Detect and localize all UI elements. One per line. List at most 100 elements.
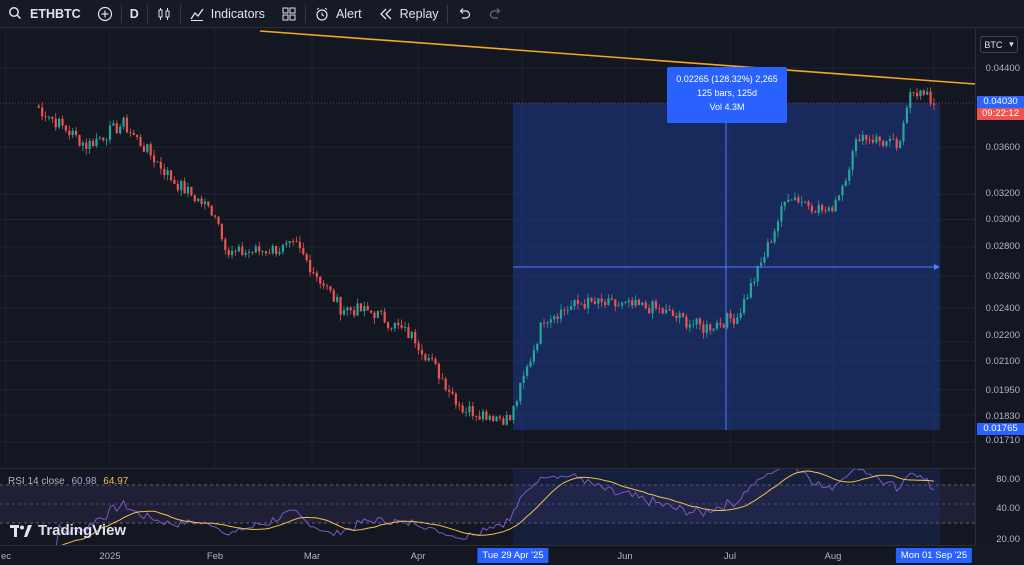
candle[interactable]: [383, 311, 386, 323]
candle[interactable]: [85, 142, 88, 149]
candle[interactable]: [481, 411, 485, 420]
candle[interactable]: [281, 244, 285, 252]
candle[interactable]: [119, 126, 122, 134]
candle[interactable]: [498, 416, 502, 419]
candle[interactable]: [505, 415, 508, 425]
candle[interactable]: [230, 251, 234, 256]
candle[interactable]: [580, 303, 583, 305]
candle[interactable]: [695, 318, 698, 325]
candle[interactable]: [241, 246, 244, 255]
candle[interactable]: [542, 322, 546, 324]
candle[interactable]: [603, 301, 607, 306]
candle[interactable]: [593, 301, 597, 304]
candle[interactable]: [641, 302, 644, 305]
candle[interactable]: [251, 251, 254, 253]
candle[interactable]: [522, 375, 525, 383]
candle[interactable]: [529, 361, 532, 367]
candle[interactable]: [553, 316, 556, 320]
candle[interactable]: [858, 139, 861, 141]
candle[interactable]: [912, 92, 915, 93]
candle[interactable]: [919, 90, 922, 97]
candle[interactable]: [47, 117, 51, 118]
candle[interactable]: [631, 300, 634, 306]
candle[interactable]: [536, 343, 539, 351]
candle[interactable]: [848, 169, 851, 181]
candle[interactable]: [512, 405, 515, 421]
candle[interactable]: [441, 378, 444, 380]
candle[interactable]: [346, 307, 349, 311]
candle[interactable]: [437, 363, 441, 379]
candle[interactable]: [746, 297, 749, 300]
candle[interactable]: [193, 195, 196, 202]
candle[interactable]: [705, 324, 708, 333]
candle[interactable]: [783, 201, 786, 207]
candle[interactable]: [749, 283, 752, 298]
candle[interactable]: [865, 134, 868, 140]
replay-button[interactable]: Replay: [370, 0, 447, 28]
candle[interactable]: [759, 262, 763, 266]
candle[interactable]: [658, 308, 661, 310]
candle[interactable]: [370, 310, 373, 313]
candle[interactable]: [888, 138, 892, 142]
candle[interactable]: [258, 246, 261, 252]
candle[interactable]: [678, 313, 681, 318]
rsi-chart[interactable]: [0, 469, 975, 546]
candle[interactable]: [824, 210, 827, 212]
candle[interactable]: [61, 118, 64, 126]
candle[interactable]: [909, 92, 912, 108]
candle[interactable]: [844, 180, 847, 186]
candle[interactable]: [339, 296, 342, 315]
candle[interactable]: [488, 416, 491, 420]
candle[interactable]: [743, 299, 746, 314]
candle[interactable]: [810, 205, 814, 212]
layouts-button[interactable]: [273, 0, 305, 28]
candle[interactable]: [156, 161, 159, 163]
chart-type-button[interactable]: [148, 0, 180, 28]
candle[interactable]: [417, 343, 420, 351]
candle[interactable]: [152, 155, 156, 163]
candle[interactable]: [410, 331, 413, 339]
price-chart-pane[interactable]: 0.02265 (128.32%) 2,265 125 bars, 125d V…: [0, 29, 975, 492]
candle[interactable]: [122, 117, 125, 127]
candle[interactable]: [359, 303, 363, 312]
candle[interactable]: [95, 138, 98, 147]
candle[interactable]: [770, 242, 773, 243]
candle[interactable]: [180, 181, 183, 191]
candle[interactable]: [200, 198, 203, 204]
candle[interactable]: [539, 322, 542, 344]
candle[interactable]: [461, 405, 464, 413]
candle[interactable]: [91, 140, 95, 147]
candle[interactable]: [51, 117, 54, 119]
trend-line[interactable]: [259, 30, 975, 85]
candle[interactable]: [648, 308, 651, 314]
candle[interactable]: [139, 136, 142, 147]
candle[interactable]: [807, 201, 810, 206]
candle[interactable]: [312, 272, 315, 273]
candle[interactable]: [766, 242, 769, 257]
candle[interactable]: [353, 310, 356, 316]
candle[interactable]: [427, 358, 430, 361]
candle[interactable]: [814, 211, 817, 213]
candle[interactable]: [424, 354, 427, 361]
candle[interactable]: [559, 309, 563, 319]
candle[interactable]: [685, 316, 688, 328]
candle[interactable]: [515, 401, 519, 406]
candle[interactable]: [325, 285, 329, 287]
candle[interactable]: [763, 256, 766, 263]
candle[interactable]: [898, 141, 902, 148]
candle[interactable]: [617, 305, 620, 307]
candle[interactable]: [342, 310, 346, 315]
candle[interactable]: [902, 122, 905, 142]
candle[interactable]: [471, 406, 474, 416]
candle[interactable]: [926, 91, 929, 95]
candle[interactable]: [434, 359, 437, 364]
candle[interactable]: [854, 139, 858, 152]
candle[interactable]: [665, 309, 668, 314]
candle[interactable]: [729, 313, 732, 319]
candle[interactable]: [576, 299, 580, 304]
candle[interactable]: [882, 140, 885, 146]
candle[interactable]: [587, 297, 590, 309]
candle[interactable]: [458, 404, 461, 406]
candle[interactable]: [681, 313, 685, 317]
candle[interactable]: [169, 170, 173, 180]
